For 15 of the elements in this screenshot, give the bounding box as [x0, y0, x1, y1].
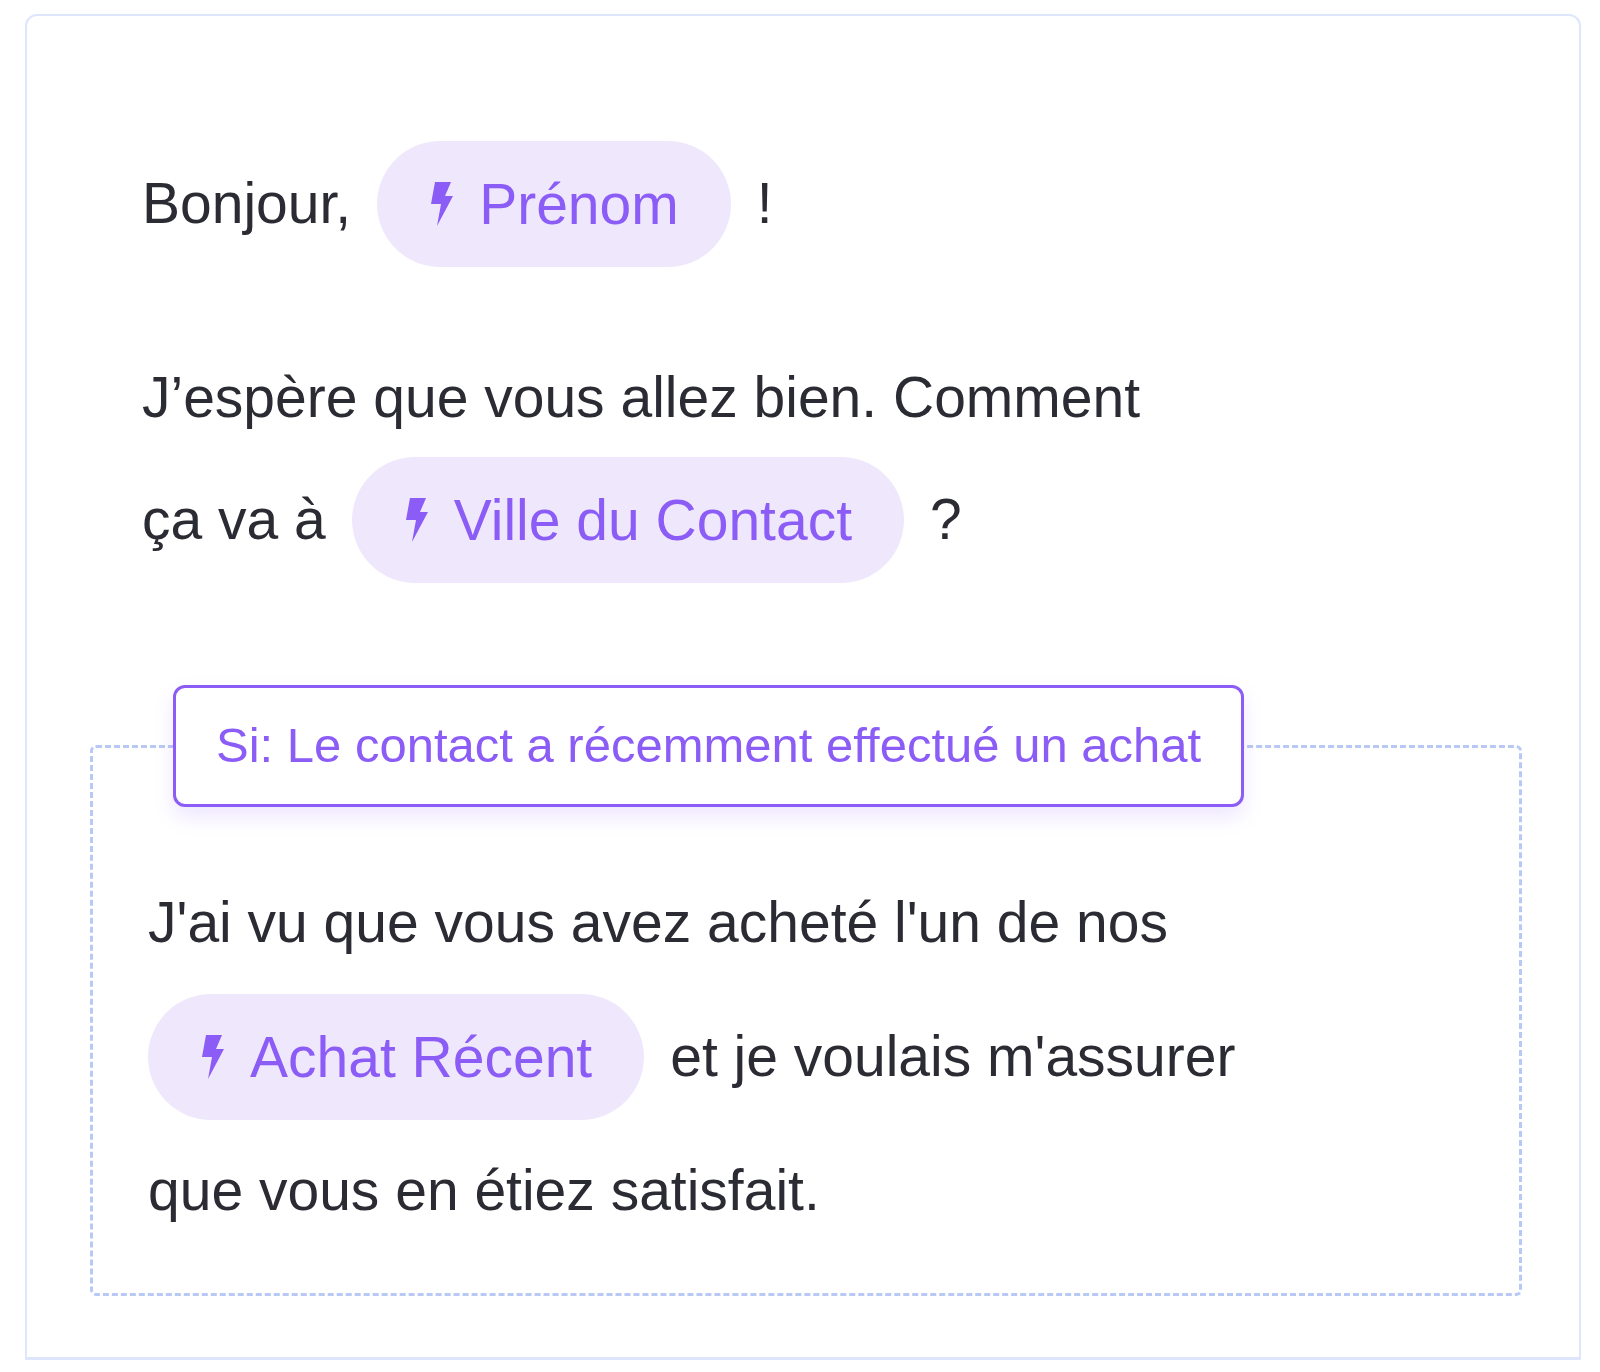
- bolt-icon: [429, 182, 456, 226]
- body-text: que vous en étiez satisfait.: [148, 1157, 820, 1225]
- body-text: ça va à: [142, 486, 326, 554]
- body-text: J’espère que vous allez bien. Comment: [142, 364, 1141, 432]
- body-text: !: [756, 170, 773, 238]
- body-text: ?: [930, 486, 962, 554]
- bolt-icon: [200, 1035, 226, 1079]
- variable-chip[interactable]: Achat Récent: [148, 994, 645, 1120]
- body-text: J'ai vu que vous avez acheté l'un de nos: [148, 889, 1168, 957]
- body-text: Bonjour,: [142, 170, 352, 238]
- variable-chip[interactable]: Prénom: [377, 141, 731, 267]
- bolt-icon: [403, 498, 430, 542]
- condition-label[interactable]: Si: Le contact a récemment effectué un achat: [173, 685, 1245, 807]
- body-text: et je voulais m'assurer: [670, 1023, 1236, 1091]
- variable-chip[interactable]: Ville du Contact: [351, 457, 904, 583]
